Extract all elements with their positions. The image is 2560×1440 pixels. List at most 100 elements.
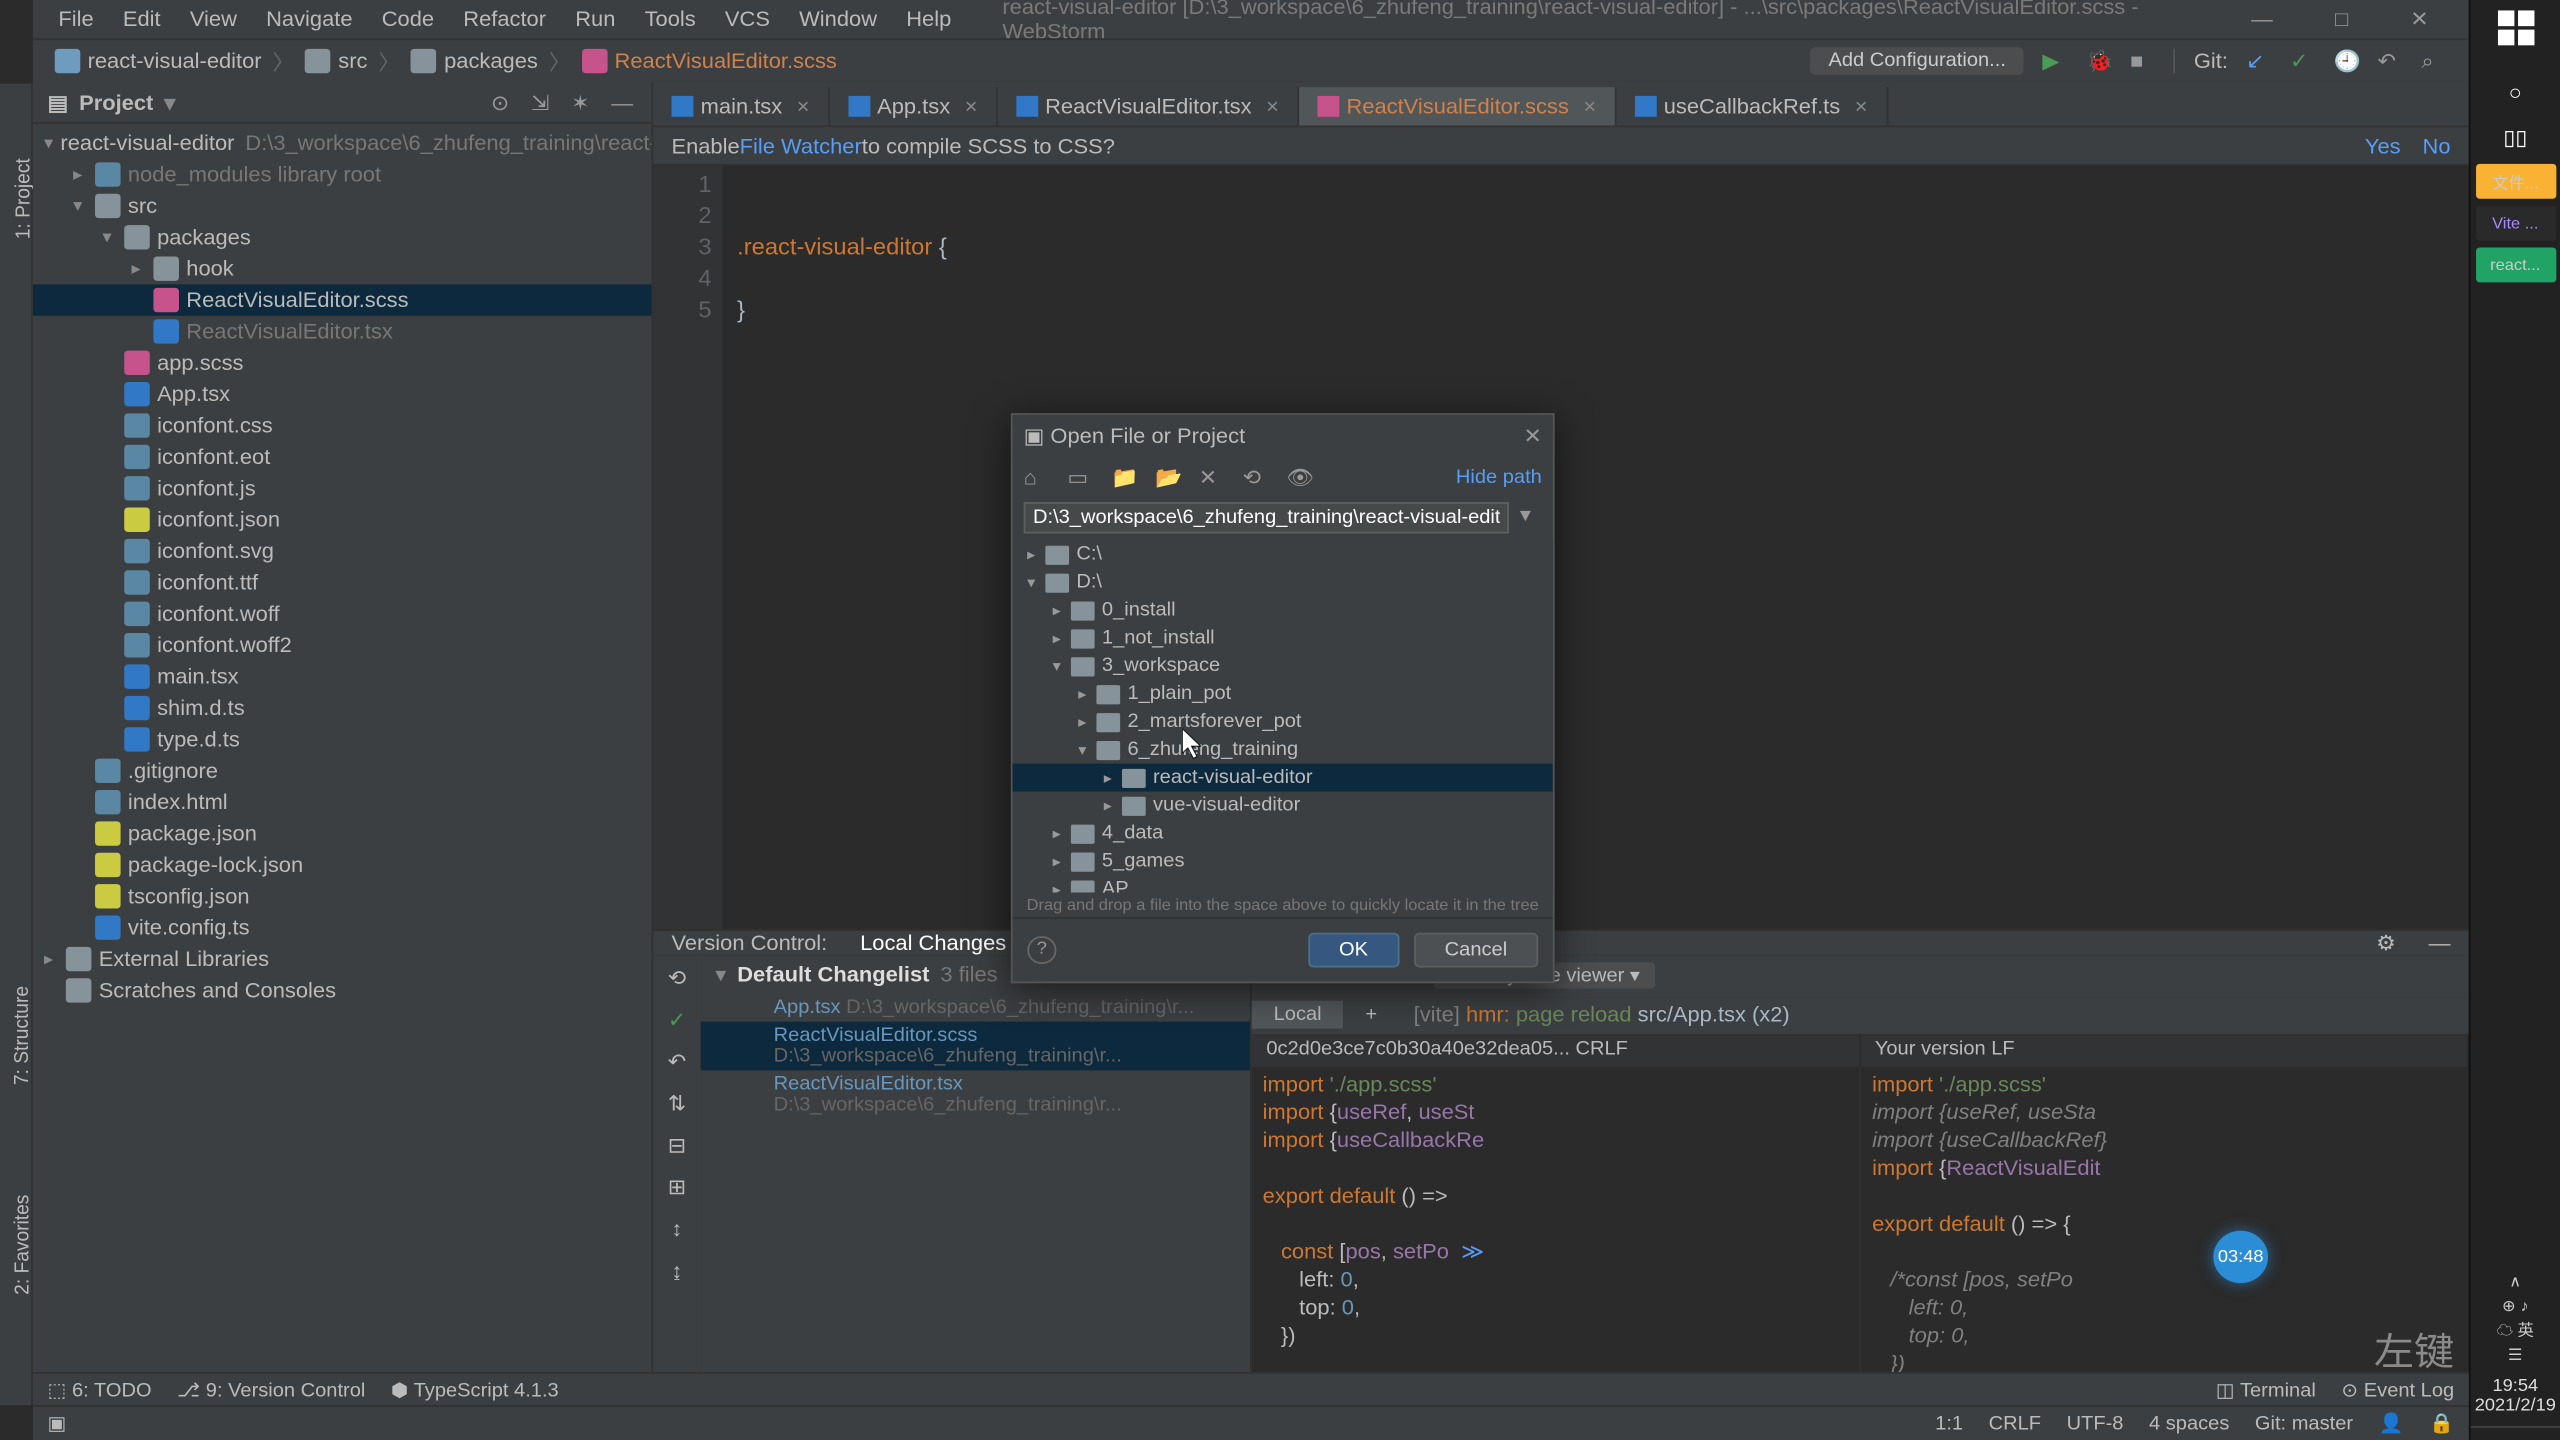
- cancel-button[interactable]: Cancel: [1414, 933, 1539, 968]
- vcs-tab-local-changes[interactable]: Local Changes: [860, 931, 1006, 955]
- gear-icon[interactable]: ⚙: [2376, 931, 2396, 955]
- refresh-icon[interactable]: ⟲: [1243, 465, 1269, 489]
- notice-yes-link[interactable]: Yes: [2365, 134, 2401, 158]
- file-tree-row[interactable]: ▾D:\: [1013, 568, 1553, 596]
- project-tree[interactable]: ▾react-visual-editorD:\3_workspace\6_zhu…: [33, 124, 652, 1371]
- indent-setting[interactable]: 4 spaces: [2149, 1413, 2229, 1434]
- code-editor[interactable]: .react-visual-editor { }: [723, 166, 2469, 929]
- taskbar-clock[interactable]: 19:54 2021/2/19: [2475, 1367, 2556, 1426]
- tree-row[interactable]: index.html: [33, 787, 652, 818]
- file-tree-row[interactable]: ▸0_install: [1013, 596, 1553, 624]
- task-view-icon[interactable]: ▯▯: [2503, 126, 2527, 150]
- lock-icon[interactable]: 🔒: [2429, 1412, 2454, 1435]
- search-icon[interactable]: ⌕: [2421, 49, 2447, 73]
- menu-refactor[interactable]: Refactor: [449, 7, 561, 31]
- tree-row[interactable]: iconfont.css: [33, 410, 652, 441]
- expand-icon[interactable]: ⇲: [531, 90, 557, 114]
- hide-path-link[interactable]: Hide path: [1456, 467, 1542, 488]
- dropdown-history-icon[interactable]: ▾: [1509, 502, 1542, 533]
- run-icon[interactable]: ▶: [2042, 49, 2068, 73]
- menu-tools[interactable]: Tools: [630, 7, 710, 31]
- path-input[interactable]: [1024, 502, 1509, 533]
- delete-icon[interactable]: ✕: [1199, 465, 1225, 489]
- tree-row[interactable]: iconfont.json: [33, 505, 652, 536]
- file-tree[interactable]: ▸C:\▾D:\▸0_install▸1_not_install▾3_works…: [1013, 537, 1553, 893]
- tree-row[interactable]: iconfont.woff: [33, 599, 652, 630]
- git-update-icon[interactable]: ↙: [2246, 49, 2272, 73]
- tree-row[interactable]: iconfont.woff2: [33, 630, 652, 661]
- file-tree-row[interactable]: ▸react-visual-editor: [1013, 764, 1553, 792]
- menu-file[interactable]: File: [44, 7, 108, 31]
- tab-terminal[interactable]: ◫ Terminal: [2216, 1378, 2316, 1401]
- commit-icon[interactable]: ✓: [668, 1008, 686, 1032]
- tree-row[interactable]: type.d.ts: [33, 724, 652, 755]
- menu-run[interactable]: Run: [561, 7, 630, 31]
- add-configuration-button[interactable]: Add Configuration...: [1810, 47, 2024, 75]
- file-tree-row[interactable]: ▾6_zhufeng_training: [1013, 736, 1553, 764]
- search-icon[interactable]: ○: [2509, 80, 2522, 104]
- window-close-icon[interactable]: ✕: [2396, 7, 2444, 31]
- menu-window[interactable]: Window: [785, 7, 892, 31]
- git-history-icon[interactable]: 🕘: [2334, 49, 2360, 73]
- tab-version-control[interactable]: ⎇ 9: Version Control: [177, 1378, 365, 1401]
- file-tree-row[interactable]: ▸vue-visual-editor: [1013, 791, 1553, 819]
- home-icon[interactable]: ⌂: [1024, 465, 1050, 489]
- git-branch[interactable]: Git: master: [2255, 1413, 2353, 1434]
- diff-pane-left[interactable]: import './app.scss' import {useRef, useS…: [1252, 1067, 1860, 1381]
- hide-panel-icon[interactable]: —: [2429, 931, 2451, 955]
- tree-row[interactable]: ▾packages: [33, 222, 652, 253]
- breadcrumb[interactable]: packages: [400, 49, 548, 73]
- menu-navigate[interactable]: Navigate: [251, 7, 367, 31]
- menu-help[interactable]: Help: [892, 7, 966, 31]
- diff-icon[interactable]: ⇅: [668, 1091, 686, 1115]
- taskbar-item[interactable]: react...: [2475, 248, 2555, 283]
- taskbar-item[interactable]: Vite ...: [2475, 206, 2555, 241]
- collapse-icon[interactable]: ✶: [571, 90, 597, 114]
- file-tree-row[interactable]: ▸4_data: [1013, 819, 1553, 847]
- notice-no-link[interactable]: No: [2423, 134, 2451, 158]
- window-maximize-icon[interactable]: □: [2320, 7, 2362, 31]
- changed-file[interactable]: ReactVisualEditor.tsx D:\3_workspace\6_z…: [701, 1070, 1250, 1119]
- debug-icon[interactable]: 🐞: [2086, 49, 2112, 73]
- start-button-icon[interactable]: [2497, 10, 2533, 45]
- menu-vcs[interactable]: VCS: [710, 7, 784, 31]
- rollback-icon[interactable]: ↶: [668, 1049, 686, 1073]
- tab-typescript[interactable]: ⬢ TypeScript 4.1.3: [391, 1378, 559, 1401]
- git-revert-icon[interactable]: ↶: [2378, 49, 2404, 73]
- system-tray[interactable]: ∧⊕ ♪☁ 英☰: [2497, 1269, 2534, 1367]
- inspections-icon[interactable]: 👤: [2379, 1412, 2404, 1435]
- file-tree-row[interactable]: ▾3_workspace: [1013, 652, 1553, 680]
- git-commit-icon[interactable]: ✓: [2290, 49, 2316, 73]
- tab-todo[interactable]: ⬚ 6: TODO: [47, 1378, 151, 1401]
- tree-row[interactable]: shim.d.ts: [33, 693, 652, 724]
- tree-row[interactable]: iconfont.js: [33, 473, 652, 504]
- editor-tab[interactable]: main.tsx×: [653, 88, 829, 126]
- tree-row[interactable]: ▸hook: [33, 253, 652, 284]
- tree-row[interactable]: main.tsx: [33, 661, 652, 692]
- refresh-icon[interactable]: ⟲: [668, 966, 686, 990]
- file-tree-row[interactable]: ▸AP: [1013, 875, 1553, 892]
- collapse-icon[interactable]: ↨: [671, 1259, 682, 1283]
- tree-row[interactable]: vite.config.ts: [33, 912, 652, 943]
- tree-row[interactable]: package-lock.json: [33, 850, 652, 881]
- tree-row[interactable]: iconfont.ttf: [33, 567, 652, 598]
- show-desktop[interactable]: [2471, 1426, 2560, 1440]
- settings-icon[interactable]: —: [611, 90, 637, 114]
- tab-event-log[interactable]: ⊙ Event Log: [2341, 1378, 2454, 1401]
- taskbar-item[interactable]: 文件...: [2475, 164, 2555, 199]
- file-tree-row[interactable]: ▸2_martsforever_pot: [1013, 708, 1553, 736]
- tree-row[interactable]: iconfont.svg: [33, 536, 652, 567]
- file-tree-row[interactable]: ▸1_not_install: [1013, 624, 1553, 652]
- project-dir-icon[interactable]: 📁: [1111, 465, 1137, 489]
- tree-row[interactable]: tsconfig.json: [33, 881, 652, 912]
- shelve-icon[interactable]: ⊟: [668, 1133, 686, 1157]
- menu-view[interactable]: View: [175, 7, 251, 31]
- editor-tab[interactable]: ReactVisualEditor.tsx×: [998, 88, 1299, 126]
- changed-file[interactable]: ReactVisualEditor.scss D:\3_workspace\6_…: [701, 1021, 1250, 1070]
- tree-row[interactable]: ▸External Libraries: [33, 944, 652, 975]
- menu-edit[interactable]: Edit: [108, 7, 175, 31]
- file-encoding[interactable]: UTF-8: [2067, 1413, 2124, 1434]
- breadcrumb[interactable]: src: [294, 49, 378, 73]
- file-watcher-link[interactable]: File Watcher: [740, 134, 862, 158]
- tree-row[interactable]: .gitignore: [33, 756, 652, 787]
